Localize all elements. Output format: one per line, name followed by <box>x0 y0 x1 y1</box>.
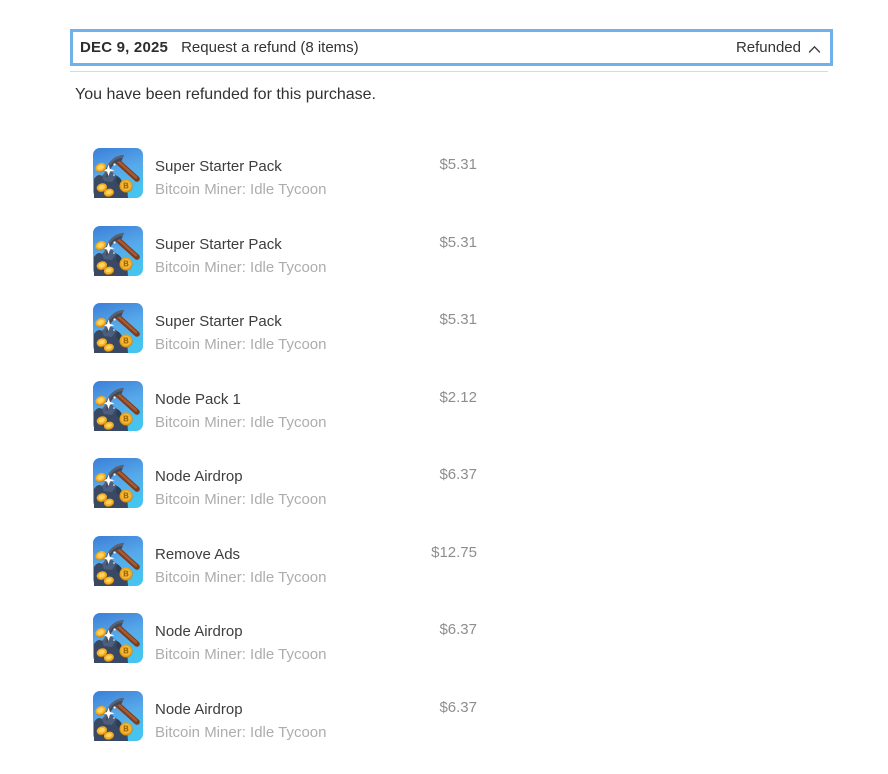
item-price: $5.31 <box>439 311 477 328</box>
bitcoin-miner-app-icon: B <box>93 535 143 586</box>
order-date: DEC 9, 2025 <box>80 39 169 56</box>
bitcoin-miner-app-icon: B <box>93 690 143 741</box>
bitcoin-miner-app-icon: B <box>93 148 143 198</box>
purchase-row-text: Node Pack 1 Bitcoin Miner: Idle Tycoon <box>155 381 326 431</box>
bitcoin-miner-app-icon: B <box>93 303 143 353</box>
purchase-row: B Node Airdrop Bitcoin Miner: Idle Tycoo… <box>93 690 477 741</box>
svg-text:B: B <box>123 568 129 578</box>
bitcoin-miner-app-icon: B <box>93 380 143 431</box>
purchase-list: B Super Starter Pack Bitcoin Miner: Idle… <box>93 148 477 741</box>
refund-group-header[interactable]: DEC 9, 2025 Request a refund (8 items) R… <box>70 29 833 66</box>
item-title: Node Airdrop <box>155 700 243 718</box>
purchase-row-text: Super Starter Pack Bitcoin Miner: Idle T… <box>155 226 326 276</box>
purchase-row-text: Node Airdrop Bitcoin Miner: Idle Tycoon <box>155 613 326 663</box>
purchase-row-text: Super Starter Pack Bitcoin Miner: Idle T… <box>155 303 326 353</box>
svg-text:B: B <box>123 723 129 733</box>
item-app-name: Bitcoin Miner: Idle Tycoon <box>155 723 327 741</box>
svg-text:B: B <box>123 413 129 423</box>
purchase-row: B Super Starter Pack Bitcoin Miner: Idle… <box>93 225 477 276</box>
svg-text:B: B <box>123 181 129 191</box>
purchase-row-text: Node Airdrop Bitcoin Miner: Idle Tycoon <box>155 458 326 508</box>
item-app-name: Bitcoin Miner: Idle Tycoon <box>155 336 327 353</box>
item-title: Node Airdrop <box>155 468 243 485</box>
purchase-row-text: Super Starter Pack Bitcoin Miner: Idle T… <box>155 148 326 198</box>
bitcoin-miner-app-icon: B <box>93 613 143 663</box>
item-title: Super Starter Pack <box>155 158 282 175</box>
item-title: Super Starter Pack <box>155 235 282 253</box>
item-app-name: Bitcoin Miner: Idle Tycoon <box>155 646 327 663</box>
divider <box>70 71 828 72</box>
item-price: $6.37 <box>439 621 477 638</box>
purchase-row: B Node Airdrop Bitcoin Miner: Idle Tycoo… <box>93 458 477 508</box>
item-price: $6.37 <box>439 698 477 716</box>
chevron-up-icon[interactable] <box>808 45 821 54</box>
item-price: $5.31 <box>439 233 477 251</box>
item-title: Node Airdrop <box>155 623 243 640</box>
bitcoin-miner-app-icon: B <box>93 458 143 508</box>
purchase-row: B Super Starter Pack Bitcoin Miner: Idle… <box>93 148 477 198</box>
bitcoin-miner-app-icon: B <box>93 225 143 276</box>
svg-text:B: B <box>123 491 129 501</box>
item-app-name: Bitcoin Miner: Idle Tycoon <box>155 181 327 198</box>
purchase-row: B Remove Ads Bitcoin Miner: Idle Tycoon … <box>93 535 477 586</box>
item-price: $2.12 <box>439 388 477 406</box>
purchase-row: B Node Airdrop Bitcoin Miner: Idle Tycoo… <box>93 613 477 663</box>
refund-message: You have been refunded for this purchase… <box>75 86 376 103</box>
item-title: Node Pack 1 <box>155 390 241 408</box>
svg-text:B: B <box>123 336 129 346</box>
item-price: $12.75 <box>431 543 477 561</box>
purchase-row: B Node Pack 1 Bitcoin Miner: Idle Tycoon… <box>93 380 477 431</box>
item-title: Super Starter Pack <box>155 313 282 330</box>
item-app-name: Bitcoin Miner: Idle Tycoon <box>155 491 327 508</box>
item-price: $6.37 <box>439 466 477 483</box>
svg-text:B: B <box>123 258 129 268</box>
refund-status-label: Refunded <box>735 39 801 56</box>
order-group-title: Request a refund (8 items) <box>181 39 359 56</box>
item-price: $5.31 <box>439 156 477 173</box>
svg-text:B: B <box>123 646 129 656</box>
item-app-name: Bitcoin Miner: Idle Tycoon <box>155 568 327 586</box>
purchase-row: B Super Starter Pack Bitcoin Miner: Idle… <box>93 303 477 353</box>
item-title: Remove Ads <box>155 545 241 563</box>
item-app-name: Bitcoin Miner: Idle Tycoon <box>155 258 327 276</box>
item-app-name: Bitcoin Miner: Idle Tycoon <box>155 413 327 431</box>
purchase-row-text: Remove Ads Bitcoin Miner: Idle Tycoon <box>155 536 326 586</box>
purchase-row-text: Node Airdrop Bitcoin Miner: Idle Tycoon <box>155 691 326 741</box>
purchase-history-refund-page: DEC 9, 2025 Request a refund (8 items) R… <box>0 0 888 774</box>
